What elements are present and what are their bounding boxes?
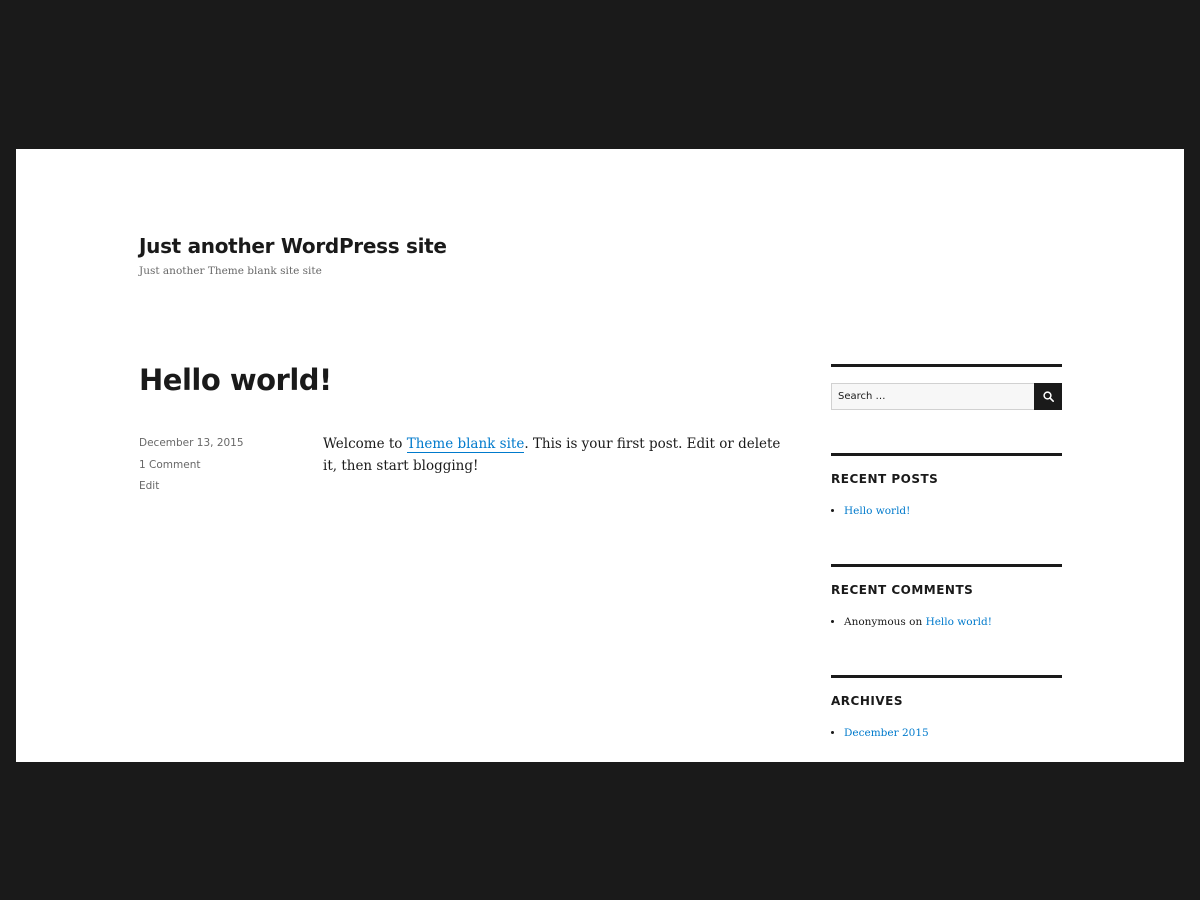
recent-posts-list: Hello world! xyxy=(831,504,1062,518)
comment-on-text: on xyxy=(905,616,926,628)
post-content-intro: Welcome to xyxy=(323,436,407,452)
search-button[interactable] xyxy=(1034,383,1062,410)
page-container: Just another WordPress site Just another… xyxy=(16,149,1184,762)
comments-link[interactable]: 1 Comment xyxy=(139,459,244,481)
recent-comments-title: RECENT COMMENTS xyxy=(831,583,974,597)
archive-link[interactable]: December 2015 xyxy=(844,727,929,739)
edit-post-link[interactable]: Edit xyxy=(139,480,244,502)
search-form xyxy=(831,383,1062,410)
search-input[interactable] xyxy=(831,383,1034,410)
recent-comments-widget: RECENT COMMENTS Anonymous on Hello world… xyxy=(831,564,1062,675)
list-item: Anonymous on Hello world! xyxy=(844,615,1062,629)
recent-posts-widget: RECENT POSTS Hello world! xyxy=(831,453,1062,564)
recent-post-link[interactable]: Hello world! xyxy=(844,505,910,517)
post-title[interactable]: Hello world! xyxy=(139,363,332,398)
comment-author: Anonymous xyxy=(844,616,906,628)
site-description: Just another Theme blank site site xyxy=(139,265,322,277)
recent-comments-list: Anonymous on Hello world! xyxy=(831,615,1062,629)
comment-post-link[interactable]: Hello world! xyxy=(926,616,992,628)
sidebar: RECENT POSTS Hello world! RECENT COMMENT… xyxy=(831,364,1062,762)
archives-title: ARCHIVES xyxy=(831,694,903,708)
post-meta: December 13, 2015 1 Comment Edit xyxy=(139,437,244,502)
recent-posts-title: RECENT POSTS xyxy=(831,472,939,486)
site-header: Just another WordPress site Just another… xyxy=(139,234,447,277)
archives-widget: ARCHIVES December 2015 xyxy=(831,675,1062,762)
post-date-link[interactable]: December 13, 2015 xyxy=(139,437,244,459)
archives-list: December 2015 xyxy=(831,726,1062,740)
list-item: Hello world! xyxy=(844,504,1062,518)
search-icon xyxy=(1042,391,1054,402)
site-title[interactable]: Just another WordPress site xyxy=(139,234,447,258)
search-widget xyxy=(831,364,1062,453)
site-link[interactable]: Theme blank site xyxy=(406,436,525,453)
post-content: Welcome to Theme blank site. This is you… xyxy=(323,433,793,477)
list-item: December 2015 xyxy=(844,726,1062,740)
